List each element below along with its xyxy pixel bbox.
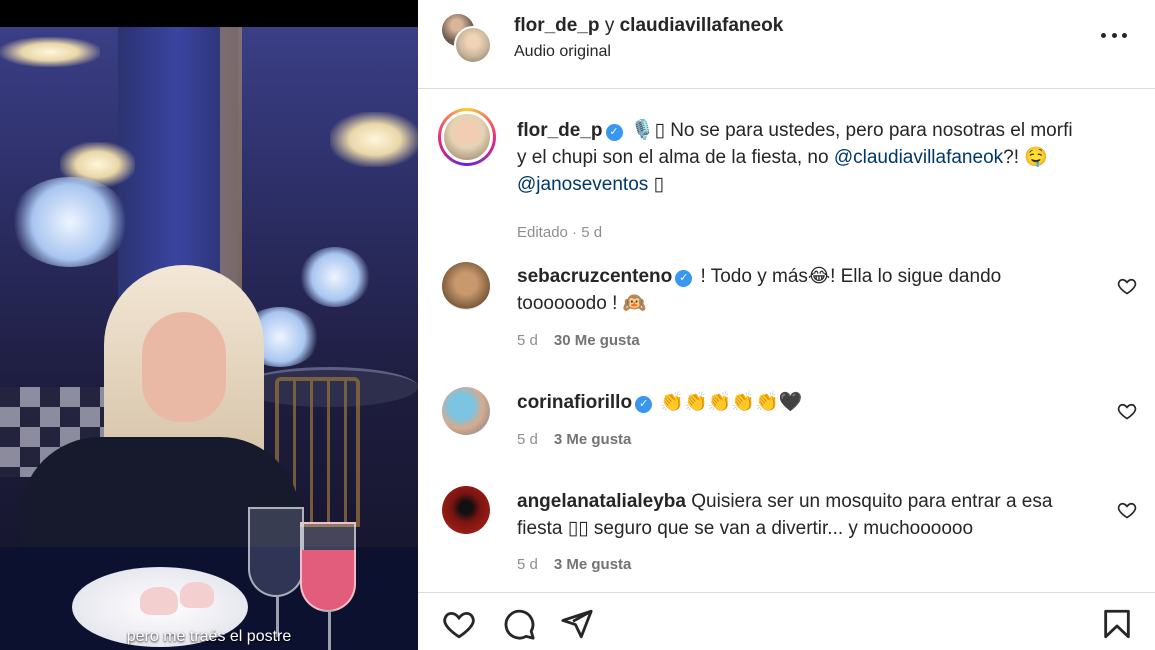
comment-likes[interactable]: 3 Me gusta xyxy=(554,431,632,448)
more-options-icon[interactable] xyxy=(1101,30,1127,40)
comments-list[interactable]: flor_de_p ✓ 🎙️▯ No se para ustedes, pero … xyxy=(418,90,1155,592)
scene-chandelier xyxy=(330,112,418,167)
avatar[interactable] xyxy=(442,486,490,534)
comment-icon[interactable] xyxy=(502,607,536,641)
collaborator-username-link[interactable]: claudiavillafaneok xyxy=(620,15,784,36)
video-subtitle: pero me traés el postre xyxy=(126,628,292,645)
post-actions-bar xyxy=(418,592,1155,650)
comment-username[interactable]: corinafiorillo xyxy=(517,392,632,413)
person-face xyxy=(142,312,226,422)
video-frame[interactable] xyxy=(0,27,418,650)
comment-text: corinafiorillo ✓ 👏👏👏👏👏🖤 xyxy=(517,389,1083,416)
scene-dessert xyxy=(140,587,178,615)
video-panel[interactable]: pero me traés el postre xyxy=(0,0,418,650)
avatar[interactable] xyxy=(442,387,490,435)
scene-dessert xyxy=(180,582,214,608)
post-header: flor_de_p y claudiavillafaneok Audio ori… xyxy=(418,0,1155,89)
verified-icon: ✓ xyxy=(635,396,653,413)
avatar[interactable] xyxy=(442,262,490,310)
mention-link[interactable]: @claudiavillafaneok xyxy=(834,147,1003,168)
comment-meta: 5 d 3 Me gusta xyxy=(517,556,631,573)
comment-username[interactable]: angelanatalialeyba xyxy=(517,491,686,512)
comment-likes[interactable]: 30 Me gusta xyxy=(554,332,640,349)
comment-like-heart-icon[interactable] xyxy=(1117,401,1137,421)
caption-text: flor_de_p ✓ 🎙️▯ No se para ustedes, pero … xyxy=(517,117,1083,198)
audio-link[interactable]: Audio original xyxy=(514,43,611,61)
avatar[interactable] xyxy=(438,108,496,166)
comment-likes[interactable]: 3 Me gusta xyxy=(554,556,632,573)
post-panel: flor_de_p y claudiavillafaneok Audio ori… xyxy=(418,0,1155,650)
scene-glass xyxy=(248,507,304,597)
scene-flowers xyxy=(10,177,130,267)
comment-meta: 5 d 30 Me gusta xyxy=(517,332,640,349)
comment-age: 5 d xyxy=(517,431,538,448)
scene-flowers xyxy=(300,247,370,307)
heart-icon[interactable] xyxy=(442,607,476,641)
caption-text-part: ▯ xyxy=(648,174,664,195)
verified-icon: ✓ xyxy=(675,270,693,287)
caption-text-part: ?! 🤤 xyxy=(1003,147,1048,168)
comment-username[interactable]: sebacruzcenteno xyxy=(517,266,672,287)
collab-avatars[interactable] xyxy=(440,12,492,64)
avatar[interactable] xyxy=(454,26,492,64)
comment-meta: 5 d 3 Me gusta xyxy=(517,431,631,448)
scene-light xyxy=(0,37,100,67)
comment-age: 5 d xyxy=(517,332,538,349)
mention-link[interactable]: @janoseventos xyxy=(517,174,648,195)
comment-text: angelanatalialeyba Quisiera ser un mosqu… xyxy=(517,488,1083,542)
author-username-link[interactable]: flor_de_p xyxy=(514,15,600,36)
comment-text: sebacruzcenteno ✓ ! Todo y más😂! Ella lo … xyxy=(517,263,1083,317)
comment-age: 5 d xyxy=(517,556,538,573)
verified-icon: ✓ xyxy=(605,124,623,141)
comment-like-heart-icon[interactable] xyxy=(1117,276,1137,296)
scene-glass-pink xyxy=(300,522,356,612)
collab-names: flor_de_p y claudiavillafaneok xyxy=(514,15,783,37)
caption-meta: Editado · 5 d xyxy=(517,224,603,241)
comment-body: 👏👏👏👏👏🖤 xyxy=(655,392,803,413)
caption-username[interactable]: flor_de_p xyxy=(517,120,603,141)
bookmark-icon[interactable] xyxy=(1100,607,1134,641)
send-icon[interactable] xyxy=(560,607,594,641)
collab-conjunction: y xyxy=(604,15,615,36)
comment-like-heart-icon[interactable] xyxy=(1117,500,1137,520)
